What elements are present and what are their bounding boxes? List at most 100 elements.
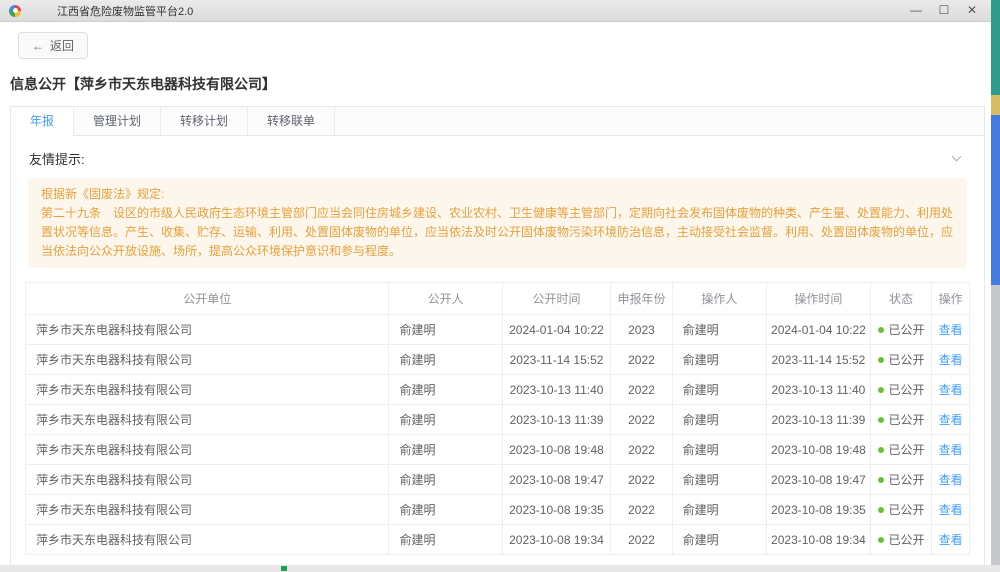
publisher-cell: 俞建明 (389, 405, 502, 435)
status-cell: 已公开 (870, 495, 931, 525)
operator-cell: 俞建明 (672, 465, 766, 495)
maximize-icon[interactable]: ☐ (930, 0, 958, 21)
scrollbar-thumb[interactable] (991, 115, 1000, 285)
operator-cell: 俞建明 (672, 435, 766, 465)
table-row: 萍乡市天东电器科技有限公司俞建明2023-10-13 11:392022俞建明2… (26, 405, 970, 435)
tab-annual-report[interactable]: 年报 (11, 107, 74, 135)
view-link[interactable]: 查看 (939, 383, 963, 397)
column-header: 操作时间 (767, 283, 871, 315)
report-year-cell: 2023 (611, 315, 672, 345)
operate-time-cell: 2023-10-08 19:34 (767, 525, 871, 555)
view-link[interactable]: 查看 (939, 323, 963, 337)
column-header: 操作 (932, 283, 970, 315)
status-dot-icon (878, 537, 884, 543)
tab-transfer-manifest[interactable]: 转移联单 (248, 107, 335, 135)
column-header: 操作人 (672, 283, 766, 315)
operator-cell: 俞建明 (672, 315, 766, 345)
content-card: 年报 管理计划 转移计划 转移联单 友情提示: 根据新《固废法》规定: 第二十九… (10, 106, 985, 565)
status-label: 已公开 (889, 383, 925, 397)
operator-cell: 俞建明 (672, 525, 766, 555)
publisher-cell: 俞建明 (389, 315, 502, 345)
table-body: 萍乡市天东电器科技有限公司俞建明2024-01-04 10:222023俞建明2… (26, 315, 970, 555)
window-controls: — ☐ ✕ (902, 0, 986, 21)
annual-report-table: 公开单位公开人公开时间申报年份操作人操作时间状态操作 萍乡市天东电器科技有限公司… (25, 282, 970, 555)
report-year-cell: 2022 (611, 465, 672, 495)
publish-time-cell: 2023-10-08 19:35 (502, 495, 611, 525)
table-row: 萍乡市天东电器科技有限公司俞建明2023-11-14 15:522022俞建明2… (26, 345, 970, 375)
minimize-icon[interactable]: — (902, 0, 930, 21)
status-label: 已公开 (889, 353, 925, 367)
view-link[interactable]: 查看 (939, 413, 963, 427)
column-header: 公开单位 (26, 283, 389, 315)
view-link[interactable]: 查看 (939, 353, 963, 367)
company-cell: 萍乡市天东电器科技有限公司 (26, 465, 389, 495)
status-label: 已公开 (889, 533, 925, 547)
operator-cell: 俞建明 (672, 345, 766, 375)
report-year-cell: 2022 (611, 525, 672, 555)
publish-time-cell: 2023-10-13 11:39 (502, 405, 611, 435)
notice-alert: 根据新《固废法》规定: 第二十九条 设区的市级人民政府生态环境主管部门应当会同住… (28, 178, 967, 268)
back-button[interactable]: ← 返回 (18, 32, 88, 59)
view-link[interactable]: 查看 (939, 503, 963, 517)
status-dot-icon (878, 447, 884, 453)
chevron-down-icon (952, 152, 962, 162)
status-dot-icon (878, 387, 884, 393)
company-cell: 萍乡市天东电器科技有限公司 (26, 375, 389, 405)
report-year-cell: 2022 (611, 405, 672, 435)
notice-collapse-header[interactable]: 友情提示: (11, 136, 984, 178)
column-header: 状态 (870, 283, 931, 315)
table-row: 萍乡市天东电器科技有限公司俞建明2023-10-08 19:352022俞建明2… (26, 495, 970, 525)
column-header: 公开人 (389, 283, 502, 315)
window-titlebar: 江西省危险废物监管平台2.0 — ☐ ✕ (0, 0, 1000, 22)
report-year-cell: 2022 (611, 345, 672, 375)
status-cell: 已公开 (870, 465, 931, 495)
table-header-row: 公开单位公开人公开时间申报年份操作人操作时间状态操作 (26, 283, 970, 315)
status-cell: 已公开 (870, 345, 931, 375)
right-edge-strip (991, 0, 1000, 565)
main-page: ← 返回 信息公开【萍乡市天东电器科技有限公司】 年报 管理计划 转移计划 转移… (0, 22, 991, 565)
tab-bar: 年报 管理计划 转移计划 转移联单 (11, 107, 984, 136)
status-dot-icon (878, 507, 884, 513)
view-link[interactable]: 查看 (939, 443, 963, 457)
status-dot-icon (878, 477, 884, 483)
action-cell: 查看 (932, 525, 970, 555)
back-button-label: 返回 (50, 37, 74, 54)
tab-transfer-plan[interactable]: 转移计划 (161, 107, 248, 135)
status-dot-icon (878, 357, 884, 363)
tab-management-plan[interactable]: 管理计划 (74, 107, 161, 135)
page-title: 信息公开【萍乡市天东电器科技有限公司】 (10, 74, 991, 94)
operate-time-cell: 2023-10-08 19:35 (767, 495, 871, 525)
right-strip-teal-segment (991, 0, 1000, 95)
report-year-cell: 2022 (611, 435, 672, 465)
company-cell: 萍乡市天东电器科技有限公司 (26, 525, 389, 555)
action-cell: 查看 (932, 405, 970, 435)
status-label: 已公开 (889, 413, 925, 427)
view-link[interactable]: 查看 (939, 533, 963, 547)
publisher-cell: 俞建明 (389, 495, 502, 525)
close-icon[interactable]: ✕ (958, 0, 986, 21)
report-year-cell: 2022 (611, 495, 672, 525)
operate-time-cell: 2023-10-08 19:47 (767, 465, 871, 495)
operate-time-cell: 2023-10-13 11:40 (767, 375, 871, 405)
status-dot-icon (878, 327, 884, 333)
view-link[interactable]: 查看 (939, 473, 963, 487)
action-cell: 查看 (932, 465, 970, 495)
publish-time-cell: 2023-10-08 19:48 (502, 435, 611, 465)
column-header: 申报年份 (611, 283, 672, 315)
action-cell: 查看 (932, 345, 970, 375)
action-cell: 查看 (932, 495, 970, 525)
window-title: 江西省危险废物监管平台2.0 (57, 3, 193, 19)
notice-title: 友情提示: (29, 149, 85, 168)
action-cell: 查看 (932, 435, 970, 465)
operator-cell: 俞建明 (672, 375, 766, 405)
back-arrow-icon: ← (32, 39, 44, 53)
status-label: 已公开 (889, 443, 925, 457)
notice-body: 第二十九条 设区的市级人民政府生态环境主管部门应当会同住房城乡建设、农业农村、卫… (41, 204, 954, 261)
publish-time-cell: 2023-11-14 15:52 (502, 345, 611, 375)
operate-time-cell: 2023-11-14 15:52 (767, 345, 871, 375)
app-logo-icon (9, 5, 21, 17)
operate-time-cell: 2024-01-04 10:22 (767, 315, 871, 345)
bottom-edge-strip (0, 565, 1000, 572)
action-cell: 查看 (932, 375, 970, 405)
company-cell: 萍乡市天东电器科技有限公司 (26, 405, 389, 435)
